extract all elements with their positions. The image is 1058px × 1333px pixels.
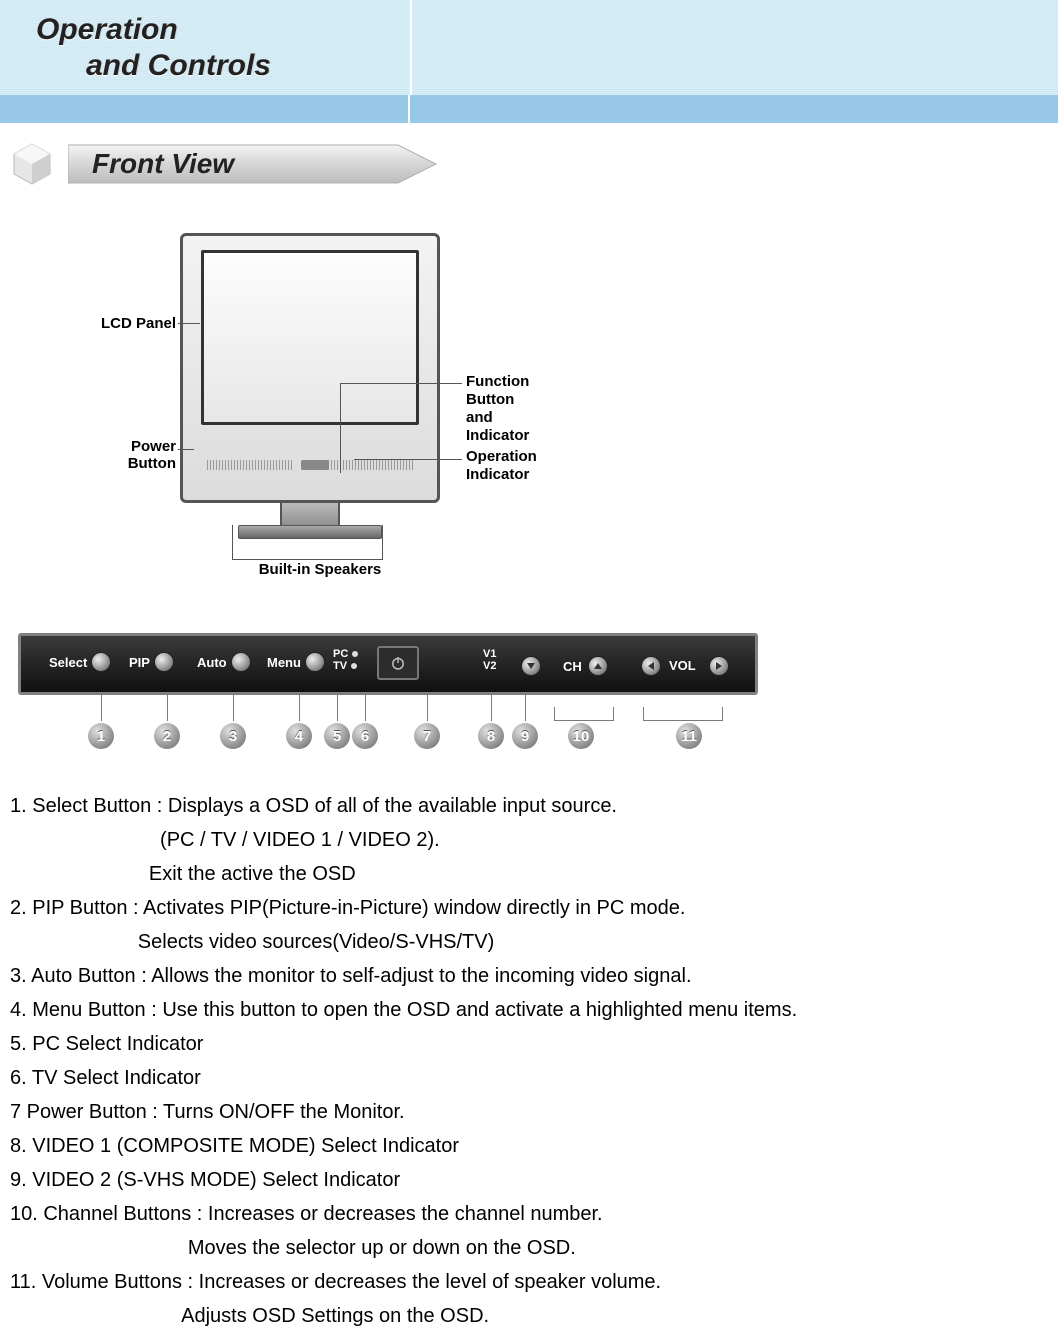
- triangle-right-icon: [714, 661, 724, 671]
- volume-down-button[interactable]: [641, 656, 661, 676]
- badge-row: 1 2 3 4 5 6 7 8 9 10 11: [18, 695, 758, 765]
- front-button-strip: [301, 460, 329, 470]
- desc-line: 8. VIDEO 1 (COMPOSITE MODE) Select Indic…: [10, 1129, 1058, 1163]
- select-button-label: Select: [49, 655, 87, 670]
- desc-line: 4. Menu Button : Use this button to open…: [10, 993, 1058, 1027]
- desc-line: 2. PIP Button : Activates PIP(Picture-in…: [10, 891, 1058, 925]
- control-panel-block: Select PIP Auto Menu PC TV V1 V2 CH VOL: [18, 633, 758, 765]
- vol-label: VOL: [669, 658, 696, 673]
- auto-button-icon: [231, 652, 251, 672]
- monitor-stand-base: [238, 525, 382, 539]
- desc-line: Moves the selector up or down on the OSD…: [10, 1231, 1058, 1265]
- v1-indicator-label: V1: [483, 648, 496, 660]
- hex-bullet-icon: [8, 140, 56, 188]
- page-header: Operation and Controls: [0, 0, 1058, 95]
- pc-tv-indicators: PC TV: [333, 648, 358, 672]
- tv-indicator-label: TV: [333, 660, 347, 672]
- desc-line: 3. Auto Button : Allows the monitor to s…: [10, 959, 1058, 993]
- badge-9: 9: [512, 723, 538, 749]
- badge-10: 10: [568, 723, 594, 749]
- desc-line: 7 Power Button : Turns ON/OFF the Monito…: [10, 1095, 1058, 1129]
- v2-indicator-label: V2: [483, 660, 496, 672]
- badge-1: 1: [88, 723, 114, 749]
- volume-up-button[interactable]: [709, 656, 729, 676]
- menu-button-label: Menu: [267, 655, 301, 670]
- header-split-bar: [0, 95, 1058, 123]
- desc-line: 9. VIDEO 2 (S-VHS MODE) Select Indicator: [10, 1163, 1058, 1197]
- triangle-down-icon: [526, 661, 536, 671]
- power-button[interactable]: [377, 646, 419, 680]
- triangle-left-icon: [646, 661, 656, 671]
- power-icon: [389, 654, 407, 672]
- badge-4: 4: [286, 723, 312, 749]
- badge-2: 2: [154, 723, 180, 749]
- section-heading-text: Front View: [68, 148, 234, 180]
- pip-button-label: PIP: [129, 655, 150, 670]
- callout-speakers: Built-in Speakers: [220, 561, 420, 578]
- section-heading-row: Front View: [8, 135, 1058, 193]
- pc-indicator-icon: [352, 651, 358, 657]
- auto-button[interactable]: Auto: [197, 652, 251, 672]
- select-button[interactable]: Select: [49, 652, 111, 672]
- desc-line: 6. TV Select Indicator: [10, 1061, 1058, 1095]
- desc-line: 11. Volume Buttons : Increases or decrea…: [10, 1265, 1058, 1299]
- monitor-diagram: LCD Panel Power Button Function Button a…: [0, 233, 760, 613]
- desc-line: 1. Select Button : Displays a OSD of all…: [10, 789, 1058, 823]
- desc-line: 5. PC Select Indicator: [10, 1027, 1058, 1061]
- descriptions-list: 1. Select Button : Displays a OSD of all…: [10, 789, 1058, 1333]
- auto-button-label: Auto: [197, 655, 227, 670]
- channel-up-group: CH: [563, 656, 608, 676]
- header-title-block: Operation and Controls: [0, 0, 410, 95]
- speaker-left-icon: [207, 460, 292, 470]
- control-panel: Select PIP Auto Menu PC TV V1 V2 CH VOL: [18, 633, 758, 695]
- lcd-screen: [201, 250, 419, 425]
- menu-button[interactable]: Menu: [267, 652, 325, 672]
- section-heading-arrow: Front View: [68, 141, 438, 187]
- channel-up-button[interactable]: [588, 656, 608, 676]
- callout-power-button: Power Button: [84, 438, 176, 472]
- channel-down-button[interactable]: [521, 656, 541, 676]
- desc-line: Adjusts OSD Settings on the OSD.: [10, 1299, 1058, 1333]
- desc-line: Selects video sources(Video/S-VHS/TV): [10, 925, 1058, 959]
- badge-6: 6: [352, 723, 378, 749]
- badge-8: 8: [478, 723, 504, 749]
- triangle-up-icon: [593, 661, 603, 671]
- badge-3: 3: [220, 723, 246, 749]
- pip-button[interactable]: PIP: [129, 652, 174, 672]
- header-title-line1: Operation: [36, 12, 410, 48]
- v1-v2-indicators: V1 V2: [483, 648, 496, 672]
- badge-11: 11: [676, 723, 702, 749]
- tv-indicator-icon: [351, 663, 357, 669]
- callout-operation-indicator: Operation Indicator: [466, 448, 596, 484]
- desc-line: 10. Channel Buttons : Increases or decre…: [10, 1197, 1058, 1231]
- badge-5: 5: [324, 723, 350, 749]
- pc-indicator-label: PC: [333, 648, 348, 660]
- monitor-body: [180, 233, 440, 503]
- desc-line: (PC / TV / VIDEO 1 / VIDEO 2).: [10, 823, 1058, 857]
- desc-line: Exit the active the OSD: [10, 857, 1058, 891]
- callout-lcd-panel: LCD Panel: [84, 315, 176, 332]
- menu-button-icon: [305, 652, 325, 672]
- pip-button-icon: [154, 652, 174, 672]
- header-title-line2: and Controls: [36, 48, 410, 84]
- header-right-banner: [410, 0, 1058, 95]
- ch-label: CH: [563, 659, 582, 674]
- select-button-icon: [91, 652, 111, 672]
- badge-7: 7: [414, 723, 440, 749]
- callout-function-button: Function Button and Indicator: [466, 373, 596, 445]
